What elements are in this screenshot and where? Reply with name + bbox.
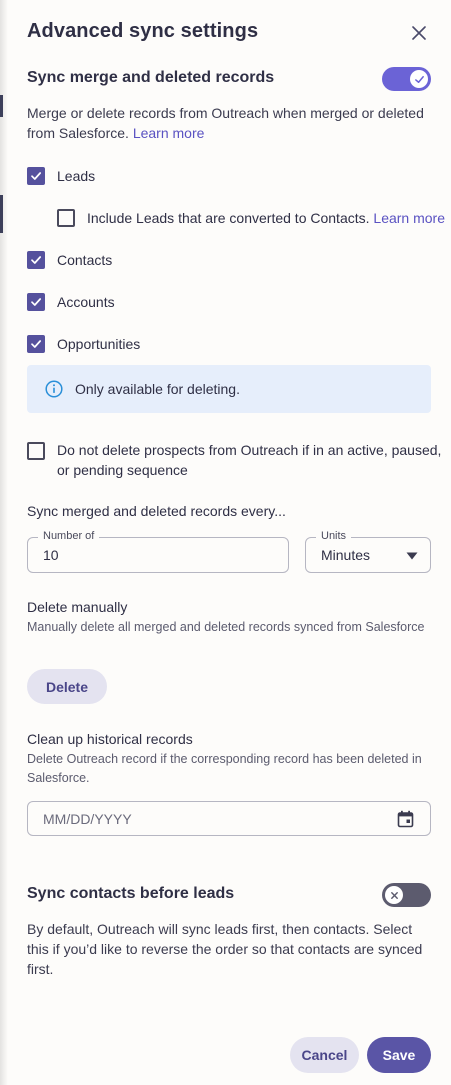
info-text: Only available for deleting. bbox=[75, 381, 240, 397]
checkbox-box[interactable] bbox=[27, 335, 45, 353]
checkbox-box[interactable] bbox=[57, 209, 75, 227]
checkbox-label: Contacts bbox=[57, 252, 113, 268]
dialog-title: Advanced sync settings bbox=[27, 20, 259, 42]
close-icon bbox=[412, 26, 426, 40]
number-value: 10 bbox=[43, 547, 59, 563]
contacts-checkbox[interactable]: Contacts bbox=[27, 251, 112, 270]
units-select[interactable]: Units Minutes bbox=[305, 530, 431, 573]
accounts-checkbox[interactable]: Accounts bbox=[27, 293, 115, 312]
backdrop-edge bbox=[0, 195, 3, 233]
learn-more-link[interactable]: Learn more bbox=[373, 210, 445, 226]
x-icon bbox=[390, 891, 398, 899]
checkbox-label: Opportunities bbox=[57, 336, 141, 352]
include-converted-text: Include Leads that are converted to Cont… bbox=[87, 210, 370, 226]
check-icon bbox=[31, 298, 42, 306]
cleanup-title: Clean up historical records bbox=[27, 731, 193, 747]
do-not-delete-checkbox[interactable]: Do not delete prospects from Outreach if… bbox=[27, 441, 447, 480]
leads-checkbox[interactable]: Leads bbox=[27, 167, 95, 186]
check-icon bbox=[31, 256, 42, 264]
save-button[interactable]: Save bbox=[367, 1037, 431, 1073]
merge-section-title: Sync merge and deleted records bbox=[27, 69, 275, 86]
contacts-first-title: Sync contacts before leads bbox=[27, 885, 235, 902]
checkbox-box[interactable] bbox=[27, 442, 45, 460]
cleanup-description: Delete Outreach record if the correspond… bbox=[27, 752, 422, 785]
opportunities-checkbox[interactable]: Opportunities bbox=[27, 335, 140, 354]
checkbox-box[interactable] bbox=[27, 293, 45, 311]
merge-description-text: Merge or delete records from Outreach wh… bbox=[27, 105, 424, 141]
merge-sync-toggle[interactable] bbox=[382, 67, 431, 91]
info-banner: Only available for deleting. bbox=[27, 365, 431, 413]
contacts-first-toggle[interactable] bbox=[382, 883, 431, 907]
check-icon bbox=[414, 75, 424, 83]
number-input[interactable]: Number of 10 bbox=[27, 530, 289, 573]
toggle-knob bbox=[385, 886, 403, 904]
check-icon bbox=[31, 340, 42, 348]
units-value: Minutes bbox=[321, 547, 371, 563]
backdrop-edge bbox=[0, 95, 3, 117]
learn-more-link[interactable]: Learn more bbox=[133, 125, 205, 141]
checkbox-box[interactable] bbox=[27, 167, 45, 185]
check-icon bbox=[31, 172, 42, 180]
calendar-icon[interactable] bbox=[397, 810, 414, 828]
checkbox-box[interactable] bbox=[27, 251, 45, 269]
contacts-first-description: By default, Outreach will sync leads fir… bbox=[27, 921, 423, 977]
delete-manually-description: Manually delete all merged and deleted r… bbox=[27, 620, 425, 634]
include-converted-checkbox[interactable]: Include Leads that are converted to Cont… bbox=[57, 209, 445, 228]
checkbox-label: Include Leads that are converted to Cont… bbox=[87, 208, 445, 228]
backdrop-shadow bbox=[0, 0, 8, 1085]
delete-button[interactable]: Delete bbox=[27, 669, 107, 704]
caret-down-icon bbox=[406, 552, 418, 560]
delete-manually-title: Delete manually bbox=[27, 599, 128, 615]
number-legend: Number of bbox=[38, 530, 100, 542]
date-placeholder: MM/DD/YYYY bbox=[43, 811, 132, 827]
toggle-knob bbox=[410, 70, 428, 88]
close-button[interactable] bbox=[406, 22, 432, 44]
cancel-button[interactable]: Cancel bbox=[290, 1037, 359, 1073]
merge-description: Merge or delete records from Outreach wh… bbox=[27, 103, 432, 143]
checkbox-label: Accounts bbox=[57, 294, 115, 310]
units-legend: Units bbox=[316, 530, 352, 542]
info-icon bbox=[45, 380, 63, 398]
checkbox-label: Do not delete prospects from Outreach if… bbox=[57, 442, 442, 478]
date-input[interactable]: MM/DD/YYYY bbox=[27, 801, 431, 836]
frequency-label: Sync merged and deleted records every... bbox=[27, 503, 286, 519]
checkbox-label: Leads bbox=[57, 168, 96, 184]
